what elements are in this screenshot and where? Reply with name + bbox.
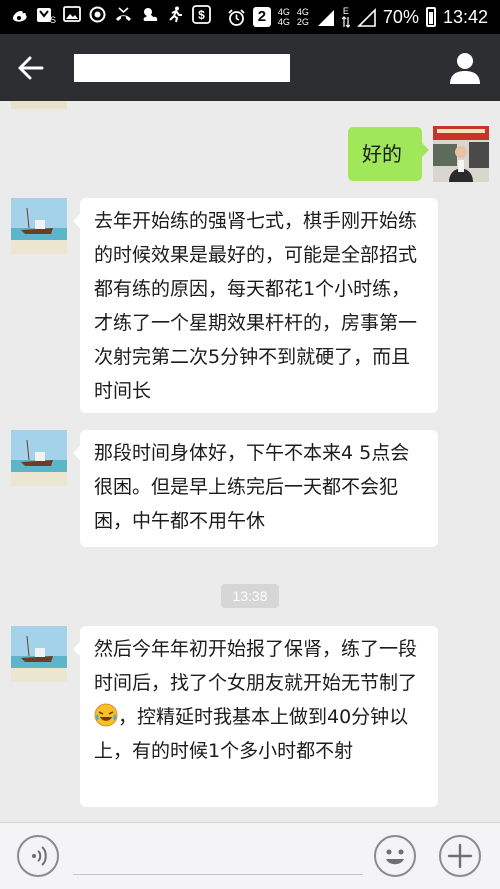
voice-icon <box>32 846 47 866</box>
image-icon <box>62 5 81 24</box>
alarm-icon <box>227 8 246 27</box>
sim-badge: 2 <box>252 7 271 27</box>
weather-icon <box>140 5 159 24</box>
data-type-label: E <box>342 5 349 16</box>
message-text-before-emoji: 然后今年年初开始报了保肾，练了一段时间后，找了个女朋友就开始无节制了 <box>94 638 418 694</box>
header <box>0 34 500 101</box>
received-message[interactable]: 那段时间身体好，下午不本来4 5点会很困。但是早上练完后一天都不会犯困，中午都不… <box>73 430 438 547</box>
message-text: 那段时间身体好，下午不本来4 5点会很困。但是早上练完后一天都不会犯困，中午都不… <box>94 442 410 532</box>
more-options-button[interactable] <box>439 835 481 877</box>
battery-icon <box>425 7 436 27</box>
contact-avatar[interactable] <box>11 626 67 682</box>
received-message[interactable]: 去年开始练的强肾七式，棋手刚开始练的时候效果是最好的，可能是全部招式都有练的原因… <box>73 198 438 413</box>
input-bar <box>0 822 500 889</box>
weibo-icon <box>10 5 29 24</box>
message-text-after-emoji: ，控精延时我基本上做到40分钟以上，有的时候1个多小时都不射 <box>94 706 409 762</box>
network-indicator-2: 4G 2G <box>296 6 309 27</box>
status-bar: S $ 2 4G 4G 4G 2G E 70% 13:42 <box>0 0 500 34</box>
contact-avatar[interactable] <box>11 430 67 486</box>
crying-laughing-emoji-icon <box>94 703 118 727</box>
contact-avatar[interactable] <box>11 101 67 109</box>
sync-icon <box>88 5 107 24</box>
contact-info-button[interactable] <box>448 50 482 86</box>
network-bottom-label-2: 2G <box>296 16 309 27</box>
system-status: 2 4G 4G 4G 2G E 70% 13:42 <box>227 4 488 30</box>
chat-title-box <box>74 54 290 82</box>
my-avatar[interactable] <box>433 126 489 182</box>
signal-icon <box>316 8 335 27</box>
contact-avatar[interactable] <box>11 198 67 254</box>
network-indicator: 4G 4G <box>277 6 290 27</box>
network-top-label-2: 4G <box>296 6 309 17</box>
message-text: 好的 <box>362 142 402 166</box>
plus-icon <box>447 843 473 869</box>
received-message[interactable]: 然后今年年初开始报了保肾，练了一段时间后，找了个女朋友就开始无节制了 ，控精延时我… <box>73 626 438 807</box>
battery-percent: 70% <box>382 7 419 27</box>
notification-icons: S $ <box>10 5 211 25</box>
message-input[interactable] <box>73 874 363 875</box>
back-arrow-icon <box>18 56 44 80</box>
person-icon <box>450 53 480 84</box>
data-arrows-icon <box>341 15 350 28</box>
voice-button[interactable] <box>17 835 59 877</box>
running-icon <box>166 5 185 24</box>
sent-message[interactable]: 好的 <box>348 127 429 181</box>
s-notification-icon: S <box>36 5 56 25</box>
network-bottom-label: 4G <box>277 16 290 27</box>
svg-text:$: $ <box>198 8 205 22</box>
emoji-button[interactable] <box>374 835 416 877</box>
back-button[interactable] <box>14 52 50 84</box>
chat-title <box>74 58 80 78</box>
chat-area[interactable]: 好的 去年开始练的强肾七式，棋手刚开始练的时候效果是最好的，可能是全部招式都有练… <box>0 101 500 822</box>
message-text: 去年开始练的强肾七式，棋手刚开始练的时候效果是最好的，可能是全部招式都有练的原因… <box>94 210 418 402</box>
signal-icon-2 <box>356 7 376 27</box>
clock: 13:42 <box>442 7 488 27</box>
smiley-icon <box>386 849 404 865</box>
svg-text:S: S <box>50 15 56 24</box>
time-separator: 13:38 <box>221 584 279 608</box>
missed-call-icon <box>114 5 133 24</box>
data-indicator: E <box>341 5 350 28</box>
network-top-label: 4G <box>277 6 290 17</box>
dollar-icon: $ <box>192 5 211 24</box>
